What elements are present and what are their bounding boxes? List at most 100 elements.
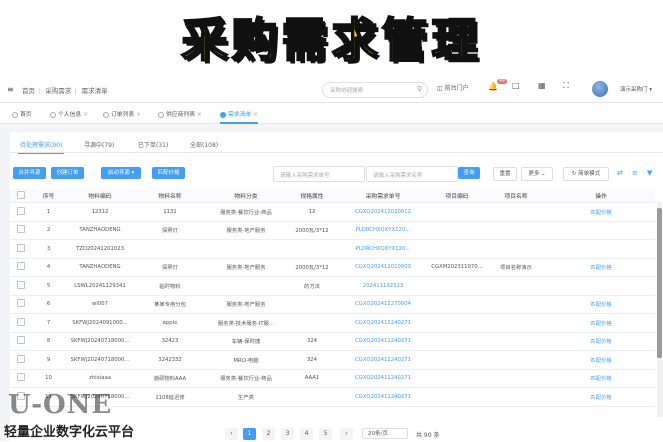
prev-page-button[interactable]: ‹ [225, 428, 238, 440]
checkbox[interactable] [17, 336, 25, 345]
page-4[interactable]: 4 [300, 428, 313, 440]
match-price-link[interactable]: 匹配价格 [547, 350, 655, 370]
tab-profile[interactable]: 个人信息 × [50, 109, 88, 119]
next-page-button[interactable]: › [340, 428, 353, 440]
table-cell [485, 239, 547, 259]
table-row[interactable]: 9 SKFWJ20240718000... 3242332 MRO-电脑 324 CGXQ… [10, 350, 655, 370]
checkbox[interactable] [17, 206, 25, 215]
column-settings-icon[interactable]: ⇄ [617, 169, 623, 177]
table-row[interactable]: 6 wl007 某某专用分包 服务类-地产服务 CGXQ202411270004 匹配价格 [10, 295, 655, 314]
match-price-link[interactable]: 匹配价格 [547, 369, 655, 388]
table-cell: 8 [32, 332, 65, 351]
apps-grid-icon[interactable]: ▦ [538, 81, 546, 90]
row-checkbox[interactable] [10, 221, 32, 240]
create-order-button[interactable]: 创建订单 [51, 167, 84, 179]
match-price-link[interactable]: 匹配价格 [547, 202, 655, 222]
bell-icon[interactable]: 🔔 [488, 82, 498, 91]
page-5[interactable]: 5 [319, 428, 332, 440]
row-checkbox[interactable] [10, 332, 32, 351]
refresh-icon: ↻ [571, 171, 577, 177]
table-row[interactable]: 7 SKFWJ2024091000... apple 服务类-技术服务-IT服... C… [10, 313, 655, 333]
match-price-link[interactable]: 匹配价格 [547, 258, 655, 277]
checkbox[interactable] [17, 225, 25, 234]
demand-number-input[interactable]: 请输入采购需求单号 [273, 166, 365, 182]
tab-ordered[interactable]: 已下单(31) [138, 140, 168, 149]
filter-icon[interactable]: ▼ [647, 169, 652, 177]
row-checkbox[interactable] [10, 276, 32, 296]
select-all-checkbox[interactable] [10, 189, 32, 203]
match-price-link[interactable]: 匹配价格 [547, 313, 655, 333]
reset-button[interactable]: 重置 [493, 167, 517, 181]
table-row[interactable]: 2 TANZHAODENG 探照灯 服务类-地产服务 2000瓦/3*12 PLDRCHX… [10, 221, 655, 240]
breadcrumb-purchase-demand[interactable]: 采购需求 [45, 87, 71, 95]
table-scrollbar[interactable] [657, 202, 662, 417]
tab-order-list[interactable]: 订单列表 × [103, 109, 141, 119]
match-price-link[interactable]: 匹配价格 [547, 387, 655, 407]
merge-sourcing-button[interactable]: 合并寻源 [13, 167, 46, 179]
demand-number-link[interactable]: CGXQ202412010003 [337, 258, 429, 277]
checkbox[interactable] [17, 243, 25, 252]
row-checkbox[interactable] [10, 258, 32, 277]
row-checkbox[interactable] [10, 369, 32, 388]
demand-number-link[interactable]: CGXQ202411270004 [337, 295, 429, 314]
page-3[interactable]: 3 [281, 428, 294, 440]
match-price-button[interactable]: 匹配价格 [152, 167, 185, 179]
start-sourcing-button[interactable]: 启动寻源 ▾ [101, 167, 141, 179]
tab-demand-list[interactable]: 需求清单 × [220, 109, 259, 124]
avatar[interactable] [592, 81, 608, 97]
tab-supplier-list[interactable]: 供应商列表 × [158, 109, 202, 119]
table-row[interactable]: 4 TANZHAODENG 探照灯 服务类-地产服务 2000瓦/3*12 CGXQ202… [10, 258, 655, 277]
demand-number-link[interactable]: CGXQ202411240271 [337, 332, 429, 351]
demand-number-link[interactable]: CGXQ202411240271 [337, 313, 429, 333]
checkbox[interactable] [17, 317, 25, 326]
table-row[interactable]: 8 SKFWJ20240718000... 32423 车辆-保时捷 324 CGXQ20… [10, 332, 655, 351]
portal-link[interactable]: ◫ 前台门户 [437, 83, 469, 92]
table-row[interactable]: 3 TZD20241201023 PLDRCHXQXYX120... [10, 239, 655, 259]
message-icon[interactable]: □ [512, 81, 520, 90]
tab-sourcing[interactable]: 寻源中(79) [84, 140, 114, 149]
more-dropdown[interactable]: 更多 ⌄ [521, 167, 553, 181]
demand-number-link[interactable]: 202411192323 [337, 276, 429, 296]
column-header: 规格属性 [287, 189, 337, 203]
match-price-link[interactable]: 匹配价格 [547, 332, 655, 351]
table-row[interactable]: 5 LSWL20241129341 临时物料 的方法 202411192323 [10, 276, 655, 296]
checkbox[interactable] [17, 280, 25, 289]
hamburger-icon[interactable]: ≡ [7, 85, 14, 94]
search-icon[interactable]: ⚲ [417, 85, 422, 93]
total-count: 共 90 条 [416, 432, 440, 439]
checkbox[interactable] [17, 373, 25, 382]
match-price-link[interactable]: 匹配价格 [547, 295, 655, 314]
simple-mode-toggle[interactable]: ↻ 简单模式 [563, 167, 609, 181]
fullscreen-icon[interactable]: ⛶ [563, 81, 569, 91]
row-checkbox[interactable] [10, 295, 32, 314]
row-checkbox[interactable] [10, 202, 32, 222]
demand-number-link[interactable]: PLDRCHXQXYX120... [337, 221, 429, 240]
tab-home[interactable]: 首页 [12, 109, 32, 119]
table-row[interactable]: 1 12312 1131 服务类-餐饮行业-商品 12 CGXQ202412020012 匹… [10, 202, 655, 222]
breadcrumb-home[interactable]: 首页 [22, 87, 35, 95]
row-checkbox[interactable] [10, 239, 32, 259]
page-size-select[interactable]: 20条/页 [362, 428, 408, 439]
page-2[interactable]: 2 [262, 428, 275, 440]
page-1[interactable]: 1 [243, 428, 256, 440]
global-search-input[interactable]: 采购协调搜索 ⚲ [322, 82, 428, 98]
density-icon[interactable]: ≡ [632, 169, 638, 177]
tab-pending[interactable]: 待处理需求(90) [17, 140, 65, 154]
row-checkbox[interactable] [10, 313, 32, 333]
tab-all[interactable]: 全部(108) [190, 140, 218, 149]
demand-number-link[interactable]: CGXQ202411240271 [337, 369, 429, 388]
demand-number-link[interactable]: CGXQ202411240271 [337, 387, 429, 407]
row-checkbox[interactable] [10, 350, 32, 370]
demand-number-link[interactable]: PLDRCHXQXYX120... [337, 239, 429, 259]
scrollbar-thumb[interactable] [657, 208, 662, 358]
demand-number-link[interactable]: CGXQ202411240271 [337, 350, 429, 370]
demand-name-input[interactable]: 请输入采购需求名称 [366, 166, 458, 182]
checkbox[interactable] [17, 262, 25, 271]
demand-number-link[interactable]: CGXQ202412020012 [337, 202, 429, 222]
query-button[interactable]: 查询 [458, 167, 480, 179]
checkbox[interactable] [17, 190, 25, 199]
table-row[interactable]: 10 zhixiaaa 施硕物料AAA 服务类-餐饮行业-商品 AAA1 CGXQ2024… [10, 369, 655, 388]
user-menu[interactable]: 演示采购门 ▾ [620, 85, 652, 93]
checkbox[interactable] [17, 299, 25, 308]
checkbox[interactable] [17, 354, 25, 363]
